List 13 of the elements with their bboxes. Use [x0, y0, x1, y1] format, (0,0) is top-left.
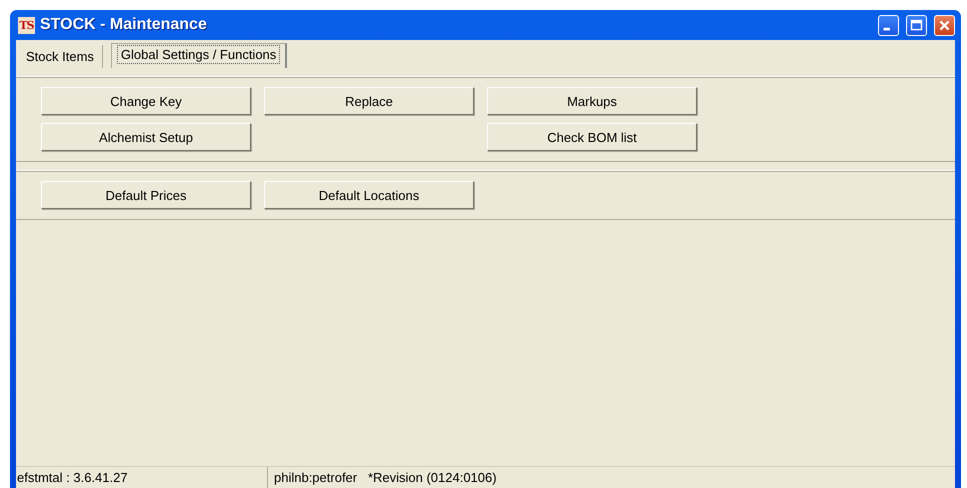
action-button[interactable]: Default Prices: [41, 181, 251, 209]
action-button[interactable]: Replace: [264, 87, 474, 115]
action-button[interactable]: Alchemist Setup: [41, 123, 251, 151]
tab[interactable]: Global Settings / Functions: [110, 43, 288, 68]
window-title: STOCK - Maintenance: [40, 16, 208, 34]
status-version: efstmtal : 3.6.41.27: [16, 467, 268, 488]
action-button[interactable]: Markups: [487, 87, 697, 115]
status-revision: philnb:petrofer *Revision (0124:0106): [273, 470, 497, 485]
app-icon: TS: [18, 16, 35, 34]
action-button[interactable]: Change Key: [41, 87, 251, 115]
tab[interactable]: Stock Items: [18, 45, 103, 68]
action-button[interactable]: Default Locations: [264, 181, 474, 209]
action-button[interactable]: Check BOM list: [487, 123, 697, 151]
